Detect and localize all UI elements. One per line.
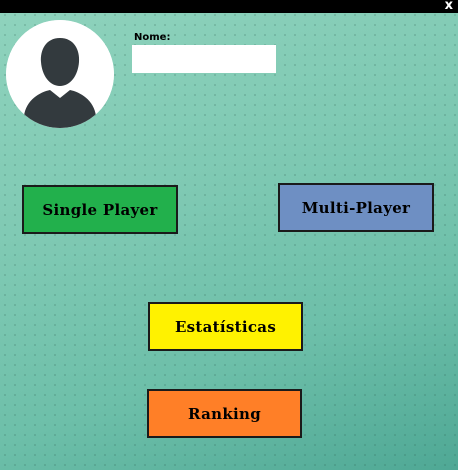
name-label: Nome:	[134, 32, 171, 43]
multi-player-button[interactable]: Multi-Player	[278, 183, 434, 232]
name-input[interactable]	[132, 45, 276, 73]
statistics-button[interactable]: Estatísticas	[148, 302, 303, 351]
user-silhouette-icon	[6, 20, 114, 128]
ranking-button[interactable]: Ranking	[147, 389, 302, 438]
title-bar: x	[0, 0, 458, 13]
close-button[interactable]: x	[445, 0, 453, 13]
single-player-button[interactable]: Single Player	[22, 185, 178, 234]
